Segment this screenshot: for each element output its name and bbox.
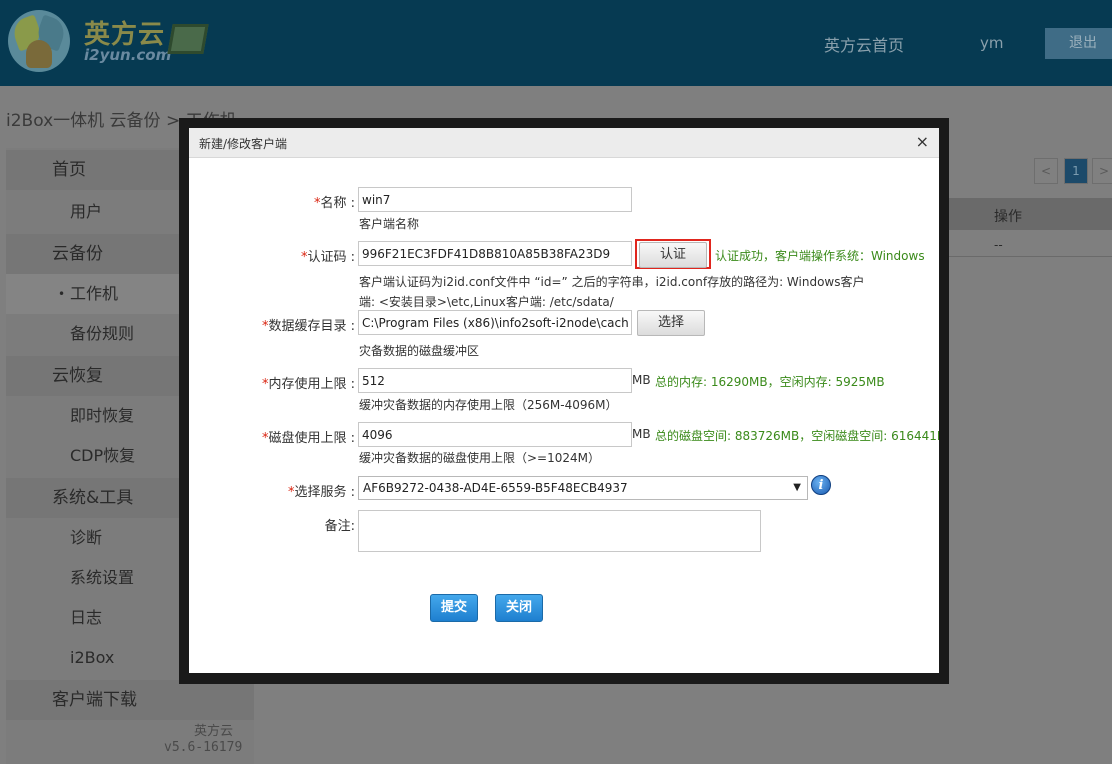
submit-button[interactable]: 提交 — [430, 594, 478, 622]
disk-stats: 总的磁盘空间: 883726MB，空闲磁盘空间: 616441MB — [655, 429, 939, 443]
memory-unit: MB — [632, 373, 651, 387]
brand-logo[interactable]: 英方云 i2yun.com — [8, 8, 218, 72]
logo-text-en: i2yun.com — [84, 46, 172, 64]
dropdown-arrow-icon: ▼ — [793, 482, 801, 493]
name-input[interactable] — [358, 187, 632, 212]
memory-hint: 缓冲灾备数据的内存使用上限（256M-4096M） — [359, 398, 618, 412]
auth-button[interactable]: 认证 — [639, 242, 707, 268]
pager-next-button[interactable]: > — [1092, 158, 1112, 184]
user-name[interactable]: ym — [980, 34, 1004, 52]
disk-limit-input[interactable] — [358, 422, 632, 447]
disk-unit: MB — [632, 427, 651, 441]
close-button[interactable]: 关闭 — [495, 594, 543, 622]
logo-mark-icon — [8, 10, 70, 72]
auth-hint-line2: 端: <安装目录>\etc,Linux客户端: /etc/sdata/ — [359, 295, 614, 309]
disk-hint: 缓冲灾备数据的磁盘使用上限（>=1024M） — [359, 451, 601, 465]
memory-limit-label: *内存使用上限 : — [261, 377, 355, 392]
dialog-header: 新建/修改客户端 × — [189, 128, 939, 158]
service-select[interactable]: AF6B9272-0438-AD4E-6559-B5F48ECB4937 ▼ — [358, 476, 808, 500]
logout-button[interactable]: 退出 — [1045, 28, 1112, 59]
auth-hint-line1: 客户端认证码为i2id.conf文件中 “id=” 之后的字符串，i2id.co… — [359, 275, 865, 289]
version-number: v5.6-16179 — [164, 740, 243, 755]
service-label: *选择服务 : — [287, 485, 355, 500]
table-cell-operation: -- — [994, 238, 1003, 252]
table-row-divider — [930, 256, 1112, 257]
sidebar-item-label: 工作机 — [70, 284, 119, 303]
info-icon[interactable]: i — [811, 475, 831, 495]
dialog-title: 新建/修改客户端 — [199, 137, 288, 151]
service-selected-value: AF6B9272-0438-AD4E-6559-B5F48ECB4937 — [363, 481, 628, 495]
auth-code-label: *认证码 : — [300, 250, 355, 265]
cache-dir-input[interactable] — [358, 310, 632, 335]
auth-code-input[interactable] — [358, 241, 632, 266]
sidebar-item-client-download[interactable]: 客户端下载 — [6, 680, 254, 720]
top-header: 英方云 i2yun.com 英方云首页 ym 退出 — [0, 0, 1112, 86]
column-header-operation: 操作 — [994, 209, 1022, 225]
disk-limit-label: *磁盘使用上限 : — [261, 431, 355, 446]
remark-label: 备注: — [324, 519, 355, 534]
cache-dir-hint: 灾备数据的磁盘缓冲区 — [359, 344, 480, 358]
name-label: *名称 : — [313, 196, 355, 211]
auth-result-text: 认证成功，客户端操作系统：Windows — [715, 249, 925, 263]
pager-current-page[interactable]: 1 — [1064, 158, 1088, 184]
logo-badge-icon — [167, 24, 209, 54]
memory-stats: 总的内存: 16290MB，空闲内存: 5925MB — [655, 375, 885, 389]
client-edit-dialog: 新建/修改客户端 × *名称 : 客户端名称 *认证码 : 认证 认证成功，客户… — [189, 128, 939, 673]
cache-dir-label: *数据缓存目录 : — [261, 319, 355, 334]
browse-button[interactable]: 选择 — [637, 310, 705, 336]
pager-prev-button[interactable]: < — [1034, 158, 1058, 184]
active-marker-icon: • — [58, 287, 66, 301]
version-name: 英方云 — [194, 724, 234, 739]
close-icon[interactable]: × — [916, 132, 929, 151]
memory-limit-input[interactable] — [358, 368, 632, 393]
nav-home-link[interactable]: 英方云首页 — [824, 32, 904, 56]
remark-textarea[interactable] — [358, 510, 761, 552]
name-hint: 客户端名称 — [359, 217, 420, 231]
